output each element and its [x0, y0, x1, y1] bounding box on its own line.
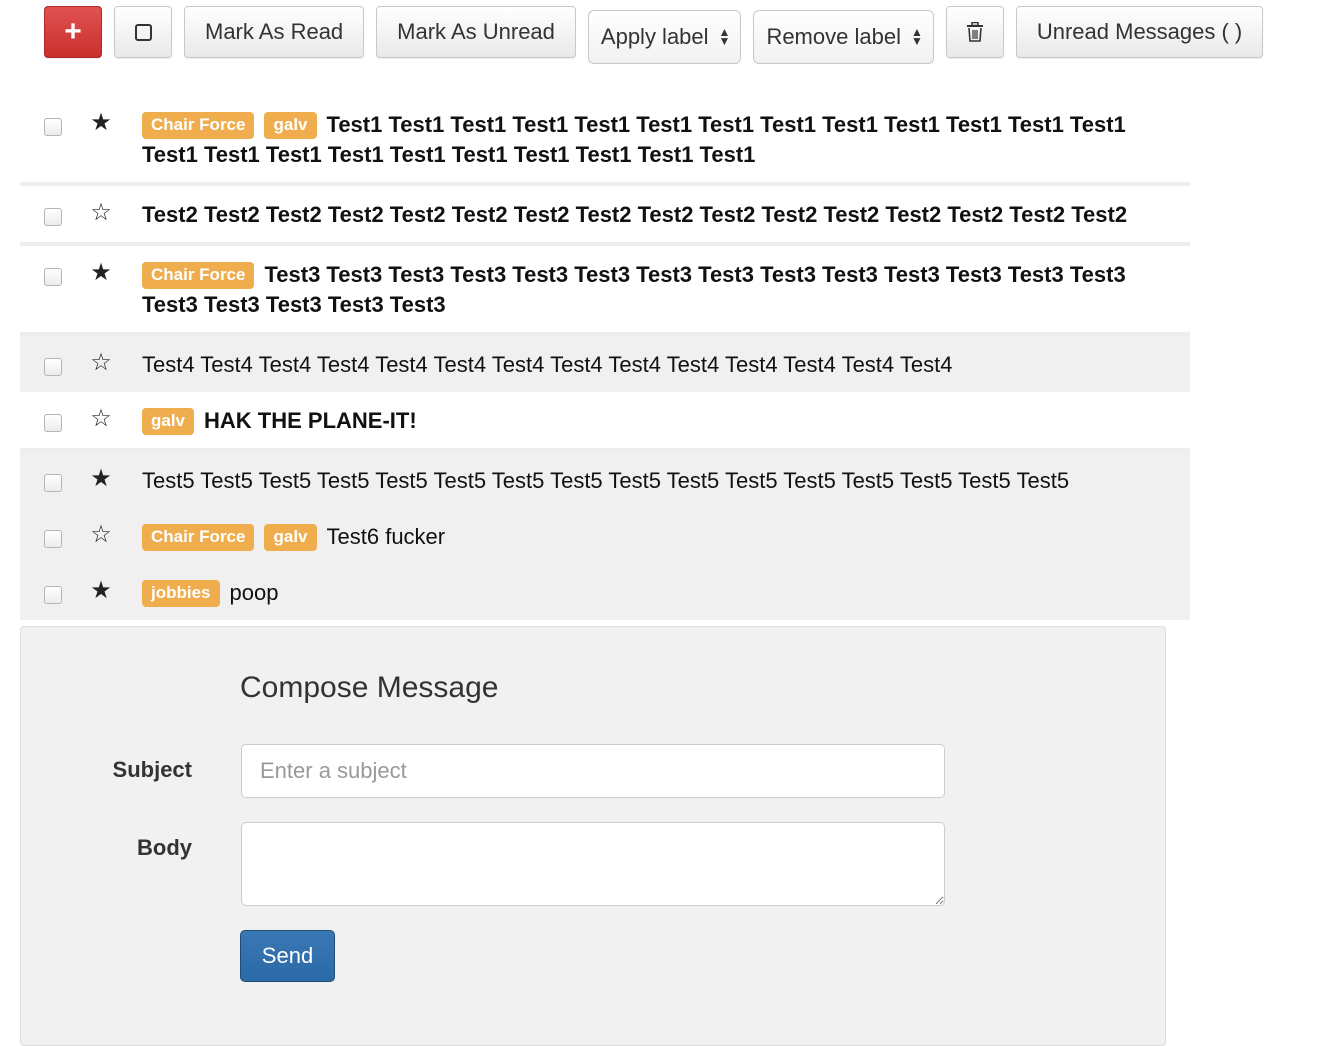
- message-checkbox[interactable]: [44, 530, 62, 548]
- message-row[interactable]: ★ Chair Force galv Test1 Test1 Test1 Test1 …: [20, 96, 1190, 186]
- remove-label-select-value: Remove label: [766, 24, 901, 49]
- message-content: Test5 Test5 Test5 Test5 Test5 Test5 Test…: [142, 466, 1172, 496]
- message-label: galv: [264, 524, 317, 551]
- delete-button[interactable]: [945, 6, 1004, 58]
- message-row[interactable]: ☆ Chair Force galv Test6 fucker: [20, 508, 1190, 564]
- compose-title: Compose Message: [240, 671, 499, 704]
- select-all-button[interactable]: [114, 6, 172, 58]
- send-button[interactable]: Send: [240, 930, 335, 982]
- message-content: jobbies poop: [142, 578, 1172, 608]
- select-arrows-icon: ▲ ▼: [718, 25, 731, 48]
- message-row[interactable]: ☆ Test2 Test2 Test2 Test2 Test2 Test2 Tes…: [20, 186, 1190, 246]
- message-content: Chair Force galv Test6 fucker: [142, 522, 1172, 552]
- message-subject[interactable]: Test6 fucker: [327, 524, 446, 549]
- compose-form: Compose Message Subject Body Send: [20, 626, 1166, 1046]
- message-list: ★ Chair Force galv Test1 Test1 Test1 Test1 …: [20, 96, 1190, 620]
- message-content: Test2 Test2 Test2 Test2 Test2 Test2 Test…: [142, 200, 1172, 230]
- message-subject[interactable]: Test4 Test4 Test4 Test4 Test4 Test4 Test…: [142, 352, 952, 377]
- message-checkbox[interactable]: [44, 208, 62, 226]
- message-subject[interactable]: poop: [230, 580, 279, 605]
- message-label: Chair Force: [142, 524, 255, 551]
- star-filled-icon[interactable]: ★: [86, 110, 116, 136]
- star-filled-icon[interactable]: ★: [86, 578, 116, 604]
- subject-label: Subject: [112, 757, 192, 782]
- message-row[interactable]: ☆ Test4 Test4 Test4 Test4 Test4 Test4 Tes…: [20, 336, 1190, 392]
- star-outline-icon[interactable]: ☆: [86, 350, 116, 376]
- unread-messages-button[interactable]: Unread Messages ( ): [1015, 6, 1264, 58]
- subject-input[interactable]: [241, 744, 945, 798]
- trash-icon: [966, 22, 983, 42]
- message-checkbox[interactable]: [44, 268, 62, 286]
- star-filled-icon[interactable]: ★: [86, 260, 116, 286]
- toolbar: + Mark As Read Mark As Unread Apply labe…: [44, 6, 1275, 64]
- message-content: Chair Force Test3 Test3 Test3 Test3 Test3…: [142, 260, 1172, 320]
- message-subject[interactable]: Test3 Test3 Test3 Test3 Test3 Test3 Test…: [142, 262, 1126, 317]
- message-label: Chair Force: [142, 262, 255, 289]
- message-subject[interactable]: Test2 Test2 Test2 Test2 Test2 Test2 Test…: [142, 202, 1127, 227]
- body-label: Body: [137, 835, 192, 860]
- star-filled-icon[interactable]: ★: [86, 466, 116, 492]
- body-textarea[interactable]: [241, 822, 945, 906]
- mark-as-read-button[interactable]: Mark As Read: [184, 6, 365, 58]
- message-row[interactable]: ★ Chair Force Test3 Test3 Test3 Test3 Test…: [20, 246, 1190, 336]
- star-outline-icon[interactable]: ☆: [86, 522, 116, 548]
- checkbox-icon: [134, 23, 152, 41]
- message-subject[interactable]: Test5 Test5 Test5 Test5 Test5 Test5 Test…: [142, 468, 1069, 493]
- message-label: galv: [264, 112, 317, 139]
- message-label: Chair Force: [142, 112, 255, 139]
- apply-label-select-value: Apply label: [600, 24, 709, 49]
- message-row[interactable]: ★ Test5 Test5 Test5 Test5 Test5 Test5 Tes…: [20, 452, 1190, 508]
- message-checkbox[interactable]: [44, 358, 62, 376]
- message-row[interactable]: ★ jobbies poop: [20, 564, 1190, 620]
- message-content: Test4 Test4 Test4 Test4 Test4 Test4 Test…: [142, 350, 1172, 380]
- apply-label-select[interactable]: Apply label ▲ ▼: [587, 10, 742, 64]
- message-content: Chair Force galv Test1 Test1 Test1 Test1 T…: [142, 110, 1172, 170]
- message-subject[interactable]: HAK THE PLANE-IT!: [204, 408, 417, 433]
- remove-label-select[interactable]: Remove label ▲ ▼: [753, 10, 934, 64]
- select-arrows-icon: ▲ ▼: [910, 25, 923, 48]
- message-checkbox[interactable]: [44, 414, 62, 432]
- message-label: galv: [142, 408, 195, 435]
- message-label: jobbies: [142, 580, 220, 607]
- message-checkbox[interactable]: [44, 118, 62, 136]
- star-outline-icon[interactable]: ☆: [86, 406, 116, 432]
- message-row[interactable]: ☆ galv HAK THE PLANE-IT!: [20, 392, 1190, 452]
- plus-icon: +: [64, 15, 82, 48]
- mark-as-unread-button[interactable]: Mark As Unread: [376, 6, 576, 58]
- message-checkbox[interactable]: [44, 586, 62, 604]
- message-checkbox[interactable]: [44, 474, 62, 492]
- star-outline-icon[interactable]: ☆: [86, 200, 116, 226]
- message-content: galv HAK THE PLANE-IT!: [142, 406, 1172, 436]
- compose-button[interactable]: +: [44, 6, 102, 58]
